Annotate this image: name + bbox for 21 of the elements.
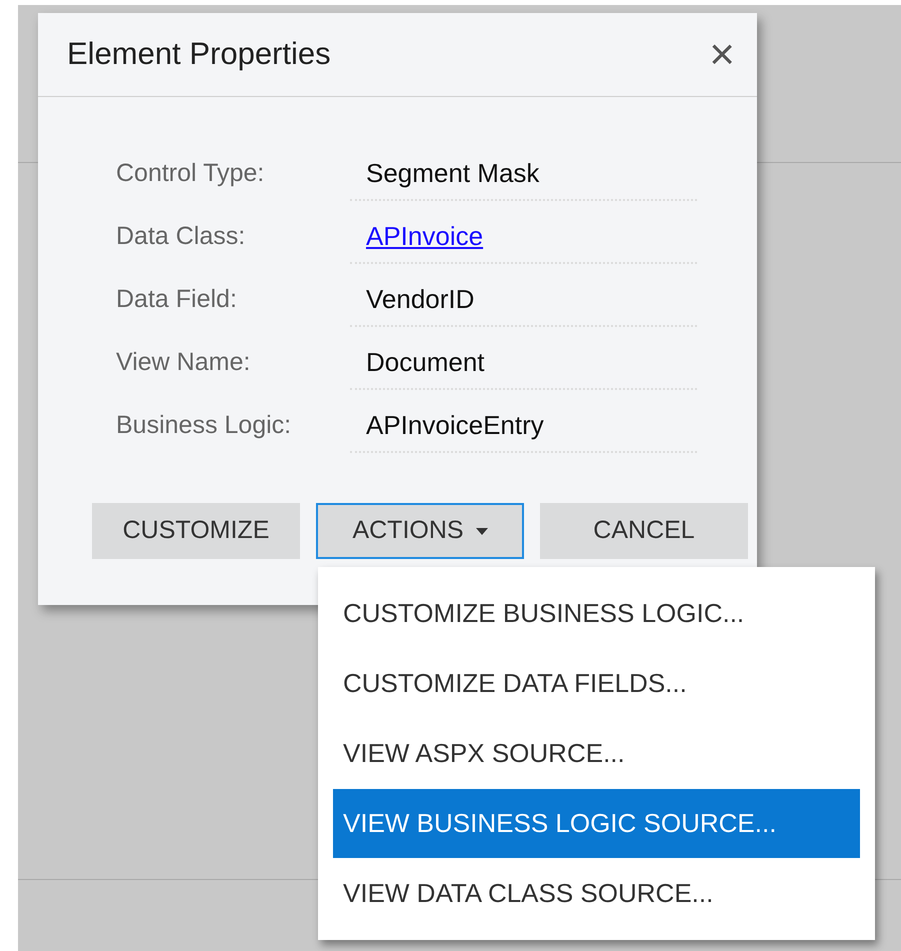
data-class-link[interactable]: APInvoice xyxy=(366,216,484,256)
dialog-button[interactable]: CANCEL xyxy=(540,503,748,559)
caret-icon xyxy=(476,528,488,534)
field-label: Control Type: xyxy=(116,158,266,190)
field-label: Data Class: xyxy=(116,221,246,252)
field-value: VendorID xyxy=(366,282,474,316)
menu-item[interactable]: CUSTOMIZE DATA FIELDS... xyxy=(333,649,860,718)
menu-item[interactable]: VIEW ASPX SOURCE... xyxy=(333,719,860,788)
field-label: View Name: xyxy=(116,347,252,378)
dialog-title: Element Properties xyxy=(67,35,331,74)
field-value: Segment Mask xyxy=(366,156,540,190)
field-value: Document xyxy=(366,346,484,378)
field-label: Data Field: xyxy=(116,284,238,316)
menu-item[interactable]: CUSTOMIZE BUSINESS LOGIC... xyxy=(333,579,860,648)
actions-dropdown-button[interactable]: ACTIONS xyxy=(316,503,524,559)
menu-item[interactable]: VIEW DATA CLASS SOURCE... xyxy=(333,859,860,928)
field-value: APInvoiceEntry xyxy=(366,408,544,442)
dialog-button[interactable]: CUSTOMIZE xyxy=(92,503,300,559)
field-label: Business Logic: xyxy=(116,410,292,442)
menu-item[interactable]: VIEW BUSINESS LOGIC SOURCE... xyxy=(333,789,860,858)
close-button[interactable]: × xyxy=(709,32,735,76)
